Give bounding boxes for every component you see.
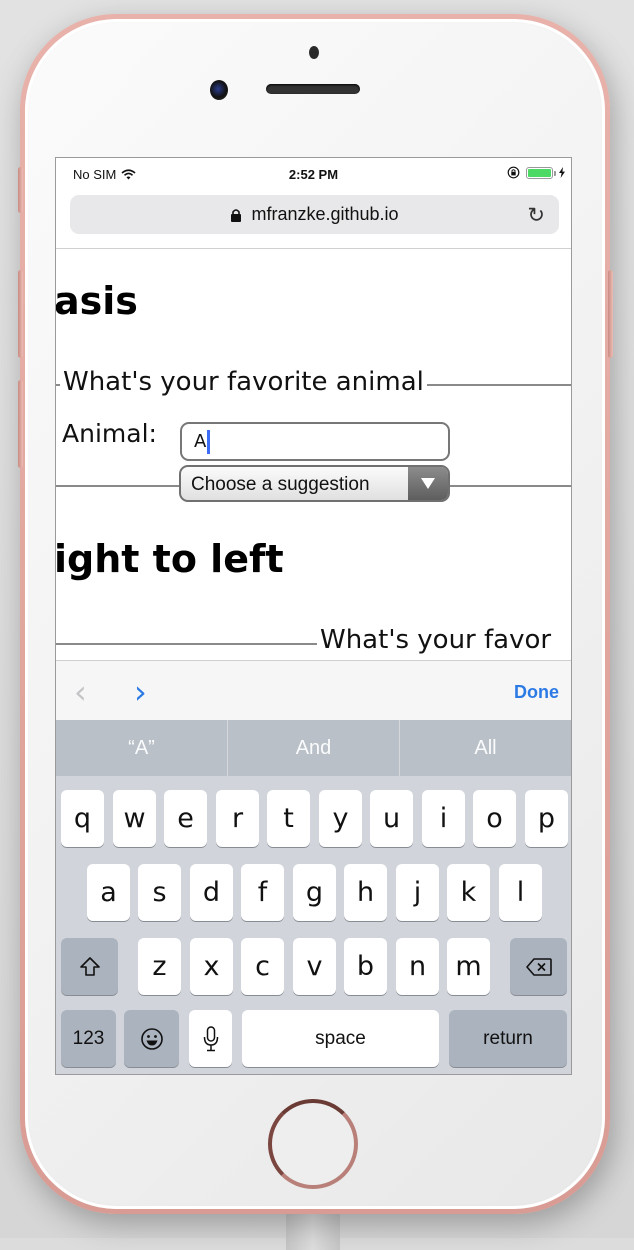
lightning-cable bbox=[286, 1210, 340, 1250]
key-a[interactable]: a bbox=[87, 864, 130, 921]
animal-input-value: A bbox=[194, 431, 207, 452]
prediction-item[interactable]: “A” bbox=[56, 720, 228, 776]
suggestion-select-value: Choose a suggestion bbox=[191, 474, 370, 495]
microphone-icon bbox=[203, 1025, 218, 1051]
key-d[interactable]: d bbox=[190, 864, 233, 921]
next-field-button[interactable]: › bbox=[134, 673, 147, 711]
key-o[interactable]: o bbox=[473, 790, 516, 847]
text-caret bbox=[207, 430, 211, 454]
predictive-text-bar: “A” And All bbox=[56, 720, 571, 776]
prediction-item[interactable]: All bbox=[400, 720, 571, 776]
section-heading-basis: asis bbox=[56, 279, 138, 323]
key-l[interactable]: l bbox=[499, 864, 542, 921]
chevron-down-icon bbox=[421, 478, 435, 489]
space-key[interactable]: space bbox=[242, 1010, 439, 1067]
home-button[interactable] bbox=[268, 1099, 358, 1189]
volume-up-button bbox=[18, 270, 23, 358]
charging-bolt-icon bbox=[559, 167, 565, 178]
shift-icon bbox=[79, 956, 100, 976]
emoji-key[interactable] bbox=[124, 1010, 179, 1067]
power-button bbox=[608, 270, 613, 358]
key-g[interactable]: g bbox=[293, 864, 336, 921]
orientation-lock-icon bbox=[507, 166, 520, 179]
key-n[interactable]: n bbox=[396, 938, 439, 995]
key-y[interactable]: y bbox=[319, 790, 362, 847]
delete-icon bbox=[525, 957, 552, 976]
earpiece-speaker bbox=[266, 84, 360, 94]
battery-level-fill bbox=[528, 168, 551, 177]
key-v[interactable]: v bbox=[293, 938, 336, 995]
status-time: 2:52 PM bbox=[288, 167, 339, 182]
key-w[interactable]: w bbox=[113, 790, 156, 847]
volume-down-button bbox=[18, 380, 23, 468]
animal-label: Animal: bbox=[62, 419, 157, 448]
key-e[interactable]: e bbox=[164, 790, 207, 847]
front-camera-icon bbox=[210, 80, 228, 100]
key-j[interactable]: j bbox=[396, 864, 439, 921]
address-bar[interactable]: mfranzke.github.io ↻ bbox=[70, 195, 559, 234]
fieldset-legend-animal: What's your favorite animal bbox=[60, 367, 427, 397]
section-heading-rtl: ight to left bbox=[56, 537, 284, 581]
mute-switch bbox=[18, 167, 23, 213]
fieldset-rtl-border-top bbox=[56, 643, 318, 645]
lock-icon bbox=[231, 208, 242, 222]
reload-icon[interactable]: ↻ bbox=[527, 203, 545, 228]
key-b[interactable]: b bbox=[344, 938, 387, 995]
key-c[interactable]: c bbox=[241, 938, 284, 995]
url-text: mfranzke.github.io bbox=[251, 204, 399, 224]
return-key[interactable]: return bbox=[449, 1010, 567, 1067]
keyboard: q w e r t y u i o p a s d f g h j k l z … bbox=[56, 776, 571, 1074]
prediction-item[interactable]: And bbox=[228, 720, 400, 776]
key-p[interactable]: p bbox=[525, 790, 568, 847]
keyboard-accessory-bar: ‹ › Done bbox=[56, 660, 571, 720]
key-q[interactable]: q bbox=[61, 790, 104, 847]
emoji-icon bbox=[140, 1027, 163, 1050]
web-content: asis What's your favorite animal Animal:… bbox=[56, 249, 571, 659]
key-f[interactable]: f bbox=[241, 864, 284, 921]
key-z[interactable]: z bbox=[138, 938, 181, 995]
key-t[interactable]: t bbox=[267, 790, 310, 847]
status-bar: No SIM 2:52 PM bbox=[56, 158, 571, 188]
battery-icon bbox=[526, 166, 556, 179]
done-button[interactable]: Done bbox=[514, 682, 559, 703]
delete-key[interactable] bbox=[510, 938, 567, 995]
key-i[interactable]: i bbox=[422, 790, 465, 847]
dictation-key[interactable] bbox=[189, 1010, 232, 1067]
key-k[interactable]: k bbox=[447, 864, 490, 921]
previous-field-button[interactable]: ‹ bbox=[74, 673, 87, 711]
status-right bbox=[507, 166, 565, 179]
proximity-sensor bbox=[309, 46, 319, 59]
key-u[interactable]: u bbox=[370, 790, 413, 847]
phone-screen: No SIM 2:52 PM mfranzke.github.io ↻ asis… bbox=[55, 157, 572, 1075]
suggestion-select[interactable]: Choose a suggestion bbox=[179, 465, 450, 502]
key-s[interactable]: s bbox=[138, 864, 181, 921]
key-m[interactable]: m bbox=[447, 938, 490, 995]
shift-key[interactable] bbox=[61, 938, 118, 995]
select-dropdown-button[interactable] bbox=[408, 467, 448, 500]
background: No SIM 2:52 PM mfranzke.github.io ↻ asis… bbox=[0, 0, 634, 1250]
fieldset-legend-rtl: What's your favor bbox=[317, 625, 552, 655]
animal-input[interactable]: A bbox=[180, 422, 450, 461]
key-x[interactable]: x bbox=[190, 938, 233, 995]
key-h[interactable]: h bbox=[344, 864, 387, 921]
key-r[interactable]: r bbox=[216, 790, 259, 847]
numbers-key[interactable]: 123 bbox=[61, 1010, 116, 1067]
